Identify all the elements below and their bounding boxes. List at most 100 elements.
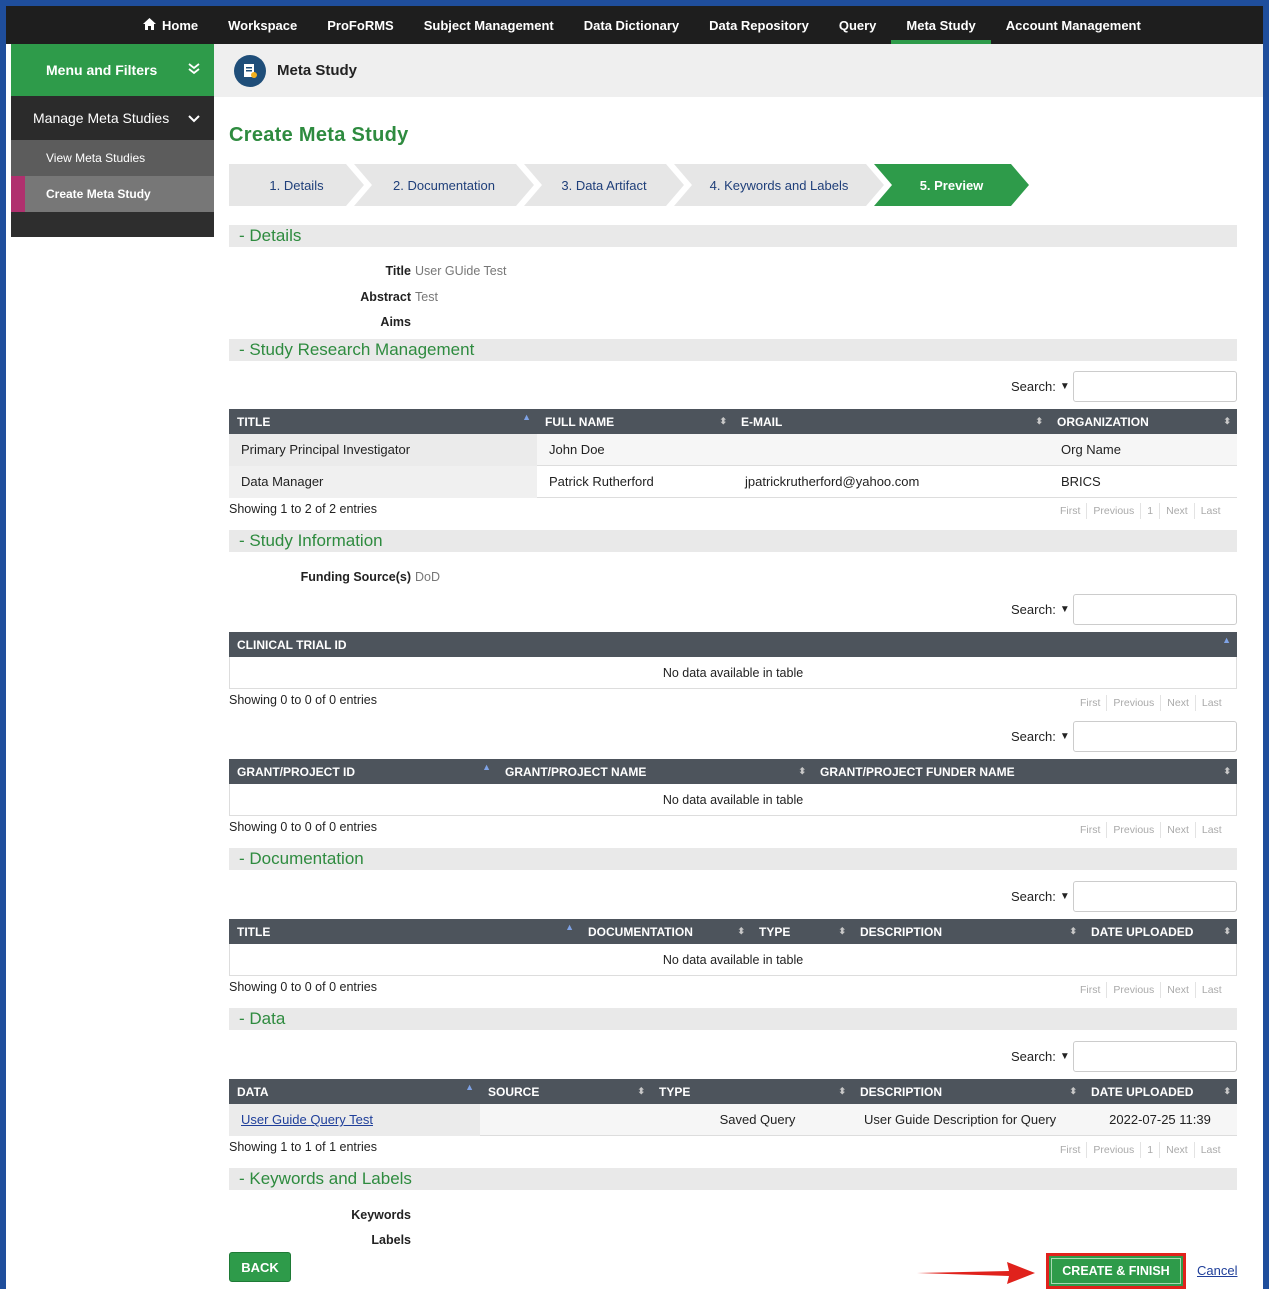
pager-first[interactable]: First [1074, 822, 1106, 838]
pager-next[interactable]: Next [1160, 822, 1195, 838]
cell: BRICS [1061, 474, 1101, 489]
pager-previous[interactable]: Previous [1086, 1142, 1140, 1158]
col-doc-title[interactable]: TITLE ▲ [229, 919, 580, 944]
caret-down-icon[interactable]: ▼ [1060, 1051, 1070, 1062]
nav-subject-management[interactable]: Subject Management [409, 6, 569, 44]
pager-last[interactable]: Last [1193, 1142, 1227, 1158]
menu-filters-toggle[interactable]: Menu and Filters [11, 44, 214, 96]
pager-page[interactable]: 1 [1140, 1142, 1159, 1158]
empty-table-message: No data available in table [229, 657, 1237, 689]
pager-next[interactable]: Next [1160, 695, 1195, 711]
caret-down-icon[interactable]: ▼ [1060, 731, 1070, 742]
col-doc-type[interactable]: TYPE ⬍ [751, 919, 852, 944]
pager-first[interactable]: First [1074, 982, 1106, 998]
col-full-name[interactable]: FULL NAME ⬍ [537, 409, 733, 434]
srm-search-input[interactable] [1072, 371, 1237, 402]
search-label: Search: [1011, 602, 1056, 617]
nav-data-dictionary[interactable]: Data Dictionary [569, 6, 694, 44]
back-button[interactable]: BACK [229, 1252, 291, 1282]
col-data-description[interactable]: DESCRIPTION ⬍ [852, 1079, 1083, 1104]
details-section-header[interactable]: - Details [229, 225, 1237, 247]
step-documentation[interactable]: 2. Documentation [354, 164, 534, 206]
grant-search-input[interactable] [1072, 721, 1237, 752]
col-data-date-uploaded[interactable]: DATE UPLOADED ⬍ [1083, 1079, 1237, 1104]
pager-page[interactable]: 1 [1140, 503, 1159, 519]
data-section-header[interactable]: - Data [229, 1008, 1237, 1030]
documentation-search-input[interactable] [1072, 881, 1237, 912]
pager-first[interactable]: First [1054, 503, 1086, 519]
step-preview[interactable]: 5. Preview [874, 164, 1029, 206]
page-header-title: Meta Study [277, 62, 358, 79]
table-row: Data Manager Patrick Rutherford jpatrick… [229, 465, 1237, 498]
funding-source: Funding Source(s) DoD [200, 570, 440, 584]
col-doc-description[interactable]: DESCRIPTION ⬍ [852, 919, 1083, 944]
pager-previous[interactable]: Previous [1086, 503, 1140, 519]
pager-previous[interactable]: Previous [1106, 695, 1160, 711]
sort-asc-icon: ▲ [565, 922, 574, 932]
nav-data-repository[interactable]: Data Repository [694, 6, 824, 44]
study-info-section-header[interactable]: - Study Information [229, 530, 1237, 552]
nav-proforms[interactable]: ProFoRMS [312, 6, 408, 44]
step-keywords-labels[interactable]: 4. Keywords and Labels [674, 164, 884, 206]
data-search-input[interactable] [1072, 1041, 1237, 1072]
nav-meta-study[interactable]: Meta Study [891, 6, 992, 44]
sort-asc-icon: ▲ [482, 762, 491, 772]
manage-meta-studies-section[interactable]: Manage Meta Studies [11, 96, 214, 140]
pager-last[interactable]: Last [1194, 982, 1228, 998]
step-details[interactable]: 1. Details [229, 164, 364, 206]
clinical-trial-table: CLINICAL TRIAL ID ▲ No data available in … [229, 632, 1237, 689]
sidebar-item-view-meta-studies[interactable]: View Meta Studies [11, 140, 214, 176]
nav-home[interactable]: Home [128, 6, 213, 44]
col-clinical-trial-id-label: CLINICAL TRIAL ID [237, 637, 347, 652]
pager-last[interactable]: Last [1194, 822, 1228, 838]
pager-next[interactable]: Next [1160, 982, 1195, 998]
col-documentation[interactable]: DOCUMENTATION ⬍ [580, 919, 751, 944]
col-grant-id[interactable]: GRANT/PROJECT ID ▲ [229, 759, 497, 784]
pager-next[interactable]: Next [1159, 1142, 1194, 1158]
pager-next[interactable]: Next [1159, 503, 1194, 519]
labels-row: Labels [300, 1233, 411, 1247]
col-email[interactable]: E-MAIL ⬍ [733, 409, 1049, 434]
pager-previous[interactable]: Previous [1106, 822, 1160, 838]
caret-down-icon[interactable]: ▼ [1060, 891, 1070, 902]
pager-previous[interactable]: Previous [1106, 982, 1160, 998]
funding-source-value: DoD [415, 570, 441, 584]
col-title[interactable]: TITLE ▲ [229, 409, 537, 434]
col-data-description-label: DESCRIPTION [860, 1084, 943, 1099]
caret-down-icon[interactable]: ▼ [1060, 604, 1070, 615]
cancel-link[interactable]: Cancel [1197, 1263, 1237, 1278]
col-source[interactable]: SOURCE ⬍ [480, 1079, 651, 1104]
col-grant-funder[interactable]: GRANT/PROJECT FUNDER NAME ⬍ [812, 759, 1237, 784]
clinical-search-input[interactable] [1072, 594, 1237, 625]
manage-meta-studies-label: Manage Meta Studies [33, 110, 170, 126]
pager-first[interactable]: First [1074, 695, 1106, 711]
cell: Primary Principal Investigator [229, 433, 537, 466]
documentation-section-header[interactable]: - Documentation [229, 848, 1237, 870]
caret-down-icon[interactable]: ▼ [1060, 381, 1070, 392]
nav-query[interactable]: Query [824, 6, 892, 44]
create-finish-button[interactable]: CREATE & FINISH [1046, 1253, 1186, 1289]
keywords-section-header[interactable]: - Keywords and Labels [229, 1168, 1237, 1190]
srm-table-info: Showing 1 to 2 of 2 entries [229, 502, 378, 516]
col-doc-date-uploaded[interactable]: DATE UPLOADED ⬍ [1083, 919, 1237, 944]
sort-icon: ⬍ [798, 766, 806, 776]
srm-section-header[interactable]: - Study Research Management [229, 339, 1237, 361]
pager-last[interactable]: Last [1193, 503, 1227, 519]
pager-first[interactable]: First [1054, 1142, 1086, 1158]
keywords-row: Keywords [300, 1208, 411, 1222]
clinical-table-info: Showing 0 to 0 of 0 entries [229, 693, 378, 707]
documentation-table-header: TITLE ▲ DOCUMENTATION ⬍ TYPE ⬍ DESCRIPTION ⬍… [229, 919, 1237, 944]
col-grant-name[interactable]: GRANT/PROJECT NAME ⬍ [497, 759, 812, 784]
data-item-link[interactable]: User Guide Query Test [241, 1112, 373, 1127]
col-data-type[interactable]: TYPE ⬍ [651, 1079, 852, 1104]
col-data[interactable]: DATA ▲ [229, 1079, 480, 1104]
col-organization[interactable]: ORGANIZATION ⬍ [1049, 409, 1237, 434]
keywords-label: Keywords [351, 1208, 411, 1222]
search-label: Search: [1011, 889, 1056, 904]
pager-last[interactable]: Last [1194, 695, 1228, 711]
nav-account-management[interactable]: Account Management [991, 6, 1156, 44]
sidebar-item-create-meta-study[interactable]: Create Meta Study [11, 176, 214, 212]
col-clinical-trial-id[interactable]: CLINICAL TRIAL ID ▲ [229, 632, 1237, 657]
nav-workspace[interactable]: Workspace [213, 6, 312, 44]
step-data-artifact[interactable]: 3. Data Artifact [524, 164, 684, 206]
